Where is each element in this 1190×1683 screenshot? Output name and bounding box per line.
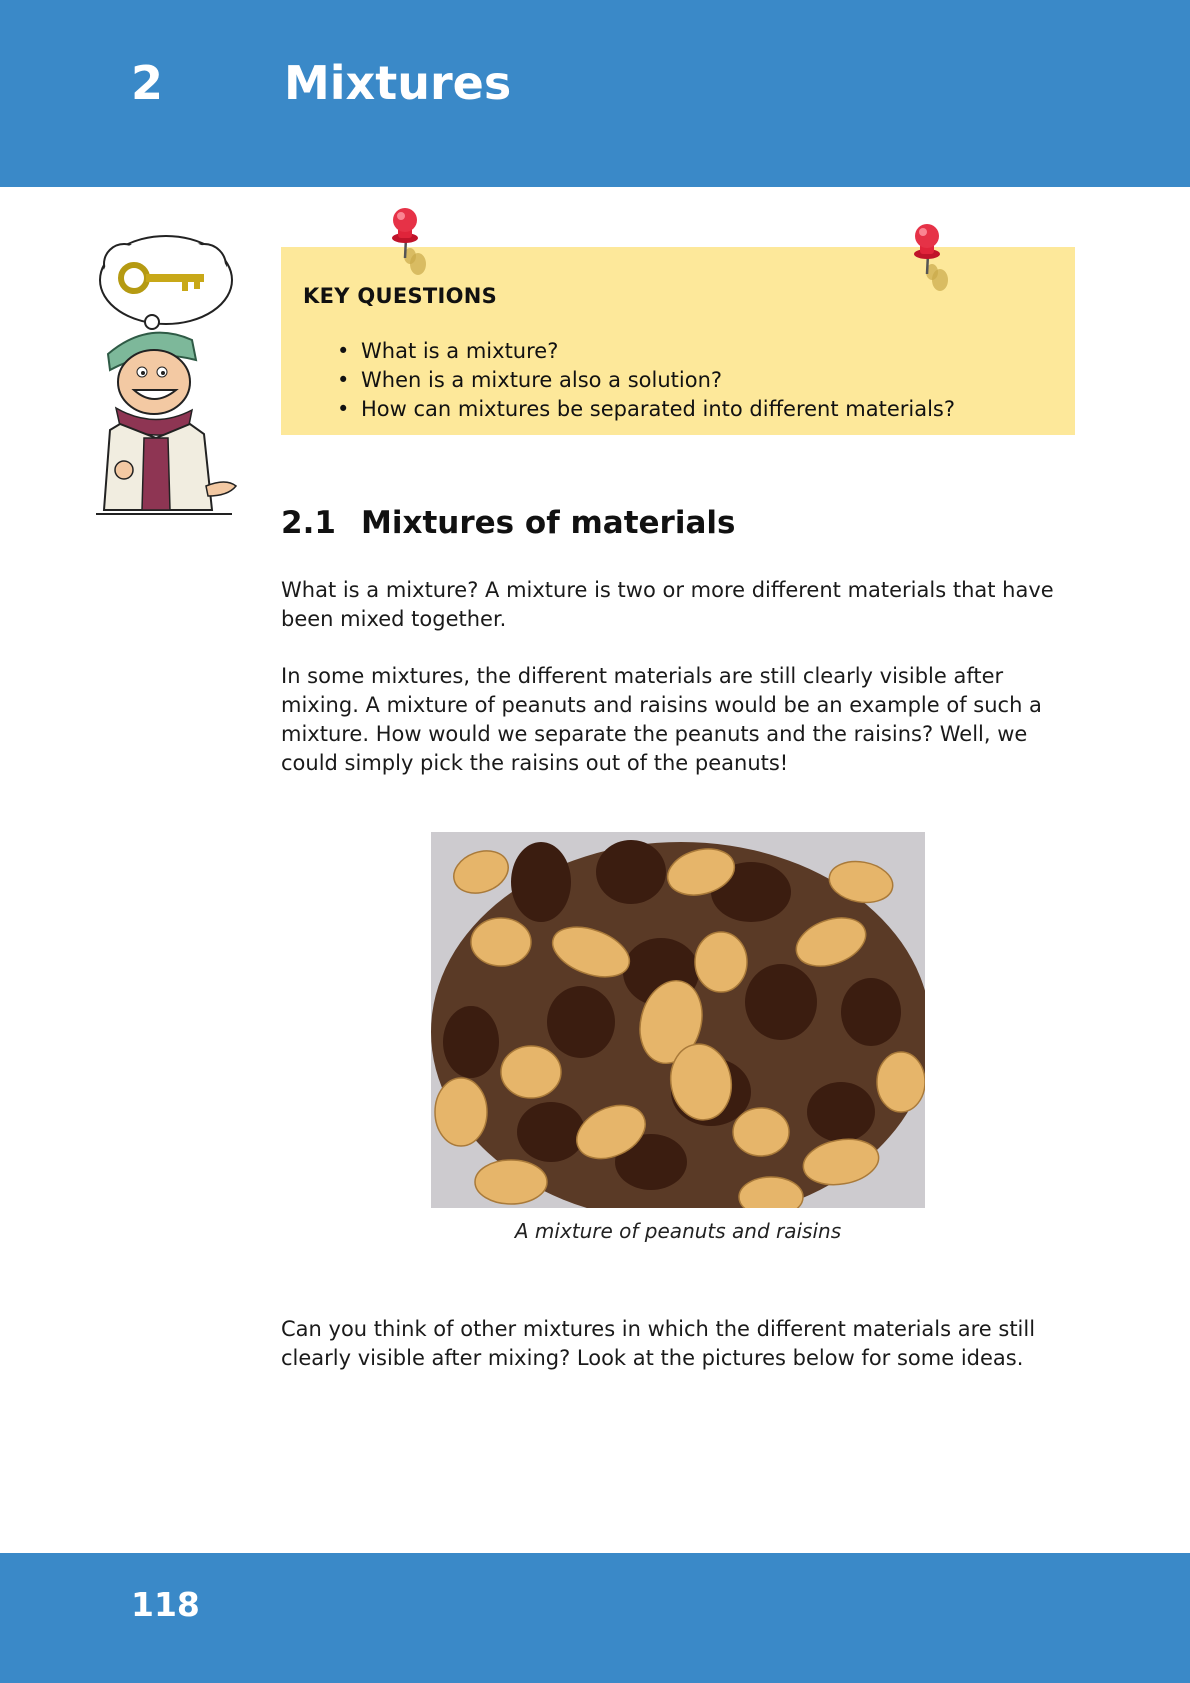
key-questions-list: What is a mixture? When is a mixture als… — [337, 337, 955, 424]
key-questions-heading: KEY QUESTIONS — [303, 284, 498, 308]
page-footer: 118 — [0, 1553, 1190, 1683]
list-item: How can mixtures be separated into diffe… — [337, 395, 955, 424]
peanuts-raisins-photo — [431, 832, 925, 1208]
chapter-header: 2 Mixtures — [0, 0, 1190, 187]
body-paragraph: Can you think of other mixtures in which… — [281, 1317, 1036, 1370]
chapter-title: Mixtures — [284, 56, 512, 110]
page-number: 118 — [131, 1585, 200, 1624]
body-paragraph: In some mixtures, the different material… — [281, 664, 1042, 775]
list-item: What is a mixture? — [337, 337, 955, 366]
list-item: When is a mixture also a solution? — [337, 366, 955, 395]
body-paragraph: What is a mixture? A mixture is two or m… — [281, 578, 1054, 631]
section-number: 2.1 — [281, 505, 336, 541]
section-title: Mixtures of materials — [361, 505, 736, 541]
photo-caption: A mixture of peanuts and raisins — [514, 1219, 842, 1243]
red-pushpin-icon — [388, 208, 428, 276]
mascot-with-key-thought-bubble-icon — [96, 224, 246, 516]
chapter-number: 2 — [131, 56, 164, 110]
red-pushpin-icon — [910, 224, 950, 292]
